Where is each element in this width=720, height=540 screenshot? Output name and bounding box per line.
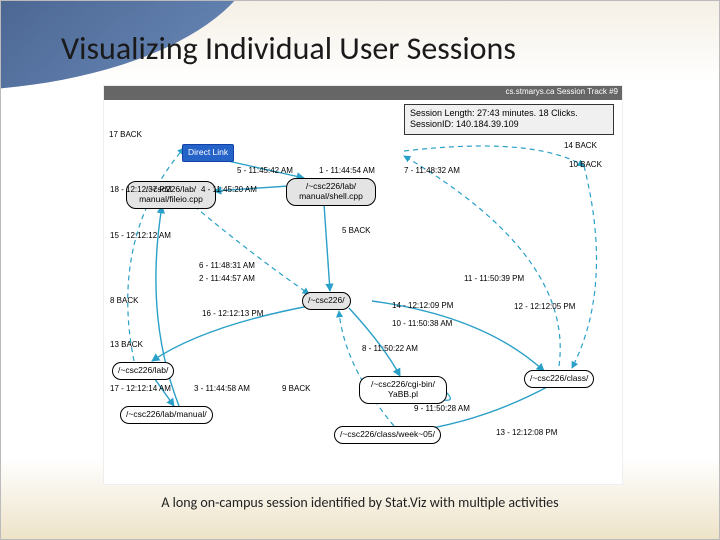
- lbl-10back: 10 BACK: [569, 160, 602, 169]
- node-class: /~csc226/class/: [524, 370, 594, 388]
- slide: Visualizing Individual User Sessions cs.…: [0, 0, 720, 540]
- node-labmanual: /~csc226/lab/manual/: [120, 406, 213, 424]
- diagram-header: cs.stmarys.ca Session Track #9: [104, 86, 622, 100]
- session-info-box: Session Length: 27:43 minutes. 18 Clicks…: [404, 104, 614, 135]
- lbl-e6: 6 - 11:48:31 AM: [199, 261, 255, 270]
- node-csc226: /~csc226/: [302, 292, 351, 310]
- node-cgibin: /~csc226/cgi-bin/ YaBB.pl: [359, 376, 447, 404]
- lbl-e10: 10 - 11:50:38 AM: [392, 319, 452, 328]
- session-diagram: cs.stmarys.ca Session Track #9 Session L…: [103, 85, 623, 485]
- lbl-e13: 13 - 12:12:08 PM: [496, 428, 557, 437]
- session-id-text: SessionID: 140.184.39.109: [410, 119, 608, 130]
- lbl-e15: 15 - 12:12:12 AM: [110, 231, 171, 240]
- lbl-e9: 9 - 11:50:28 AM: [414, 404, 470, 413]
- lbl-e11: 11 - 11:50:39 PM: [464, 274, 524, 283]
- slide-title: Visualizing Individual User Sessions: [61, 29, 679, 68]
- lbl-e5: 5 - 11:45:42 AM: [237, 166, 293, 175]
- lbl-e1: 1 - 11:44:54 AM: [319, 166, 375, 175]
- lbl-e18: 18 - 12:12:37 PM: [110, 185, 171, 194]
- node-shell: /~csc226/lab/ manual/shell.cpp: [286, 178, 376, 206]
- slide-caption: A long on-campus session identified by S…: [1, 494, 719, 511]
- lbl-13back: 13 BACK: [110, 340, 143, 349]
- lbl-14back: 14 BACK: [564, 141, 597, 150]
- lbl-e12: 12 - 12:12:05 PM: [514, 302, 575, 311]
- node-classweek: /~csc226/class/week~05/: [334, 426, 441, 444]
- lbl-e4: 4 - 11:45:20 AM: [201, 185, 257, 194]
- session-length-text: Session Length: 27:43 minutes. 18 Clicks…: [410, 108, 608, 119]
- lbl-17back: 17 BACK: [109, 130, 142, 139]
- lbl-e8: 8 - 11:50:22 AM: [362, 344, 418, 353]
- lbl-e17: 17 - 12:12:14 AM: [110, 384, 171, 393]
- lbl-e16: 16 - 12:12:13 PM: [202, 309, 263, 318]
- lbl-9back: 9 BACK: [282, 384, 310, 393]
- lbl-e3: 3 - 11:44:58 AM: [194, 384, 250, 393]
- node-lab: /~csc226/lab/: [112, 362, 174, 380]
- lbl-e7: 7 - 11:48:32 AM: [404, 166, 460, 175]
- lbl-8back: 8 BACK: [110, 296, 138, 305]
- lbl-e14: 14 - 12:12:09 PM: [392, 301, 453, 310]
- lbl-e2: 2 - 11:44:57 AM: [199, 274, 255, 283]
- node-direct-link: Direct Link: [182, 144, 234, 162]
- lbl-5back: 5 BACK: [342, 226, 370, 235]
